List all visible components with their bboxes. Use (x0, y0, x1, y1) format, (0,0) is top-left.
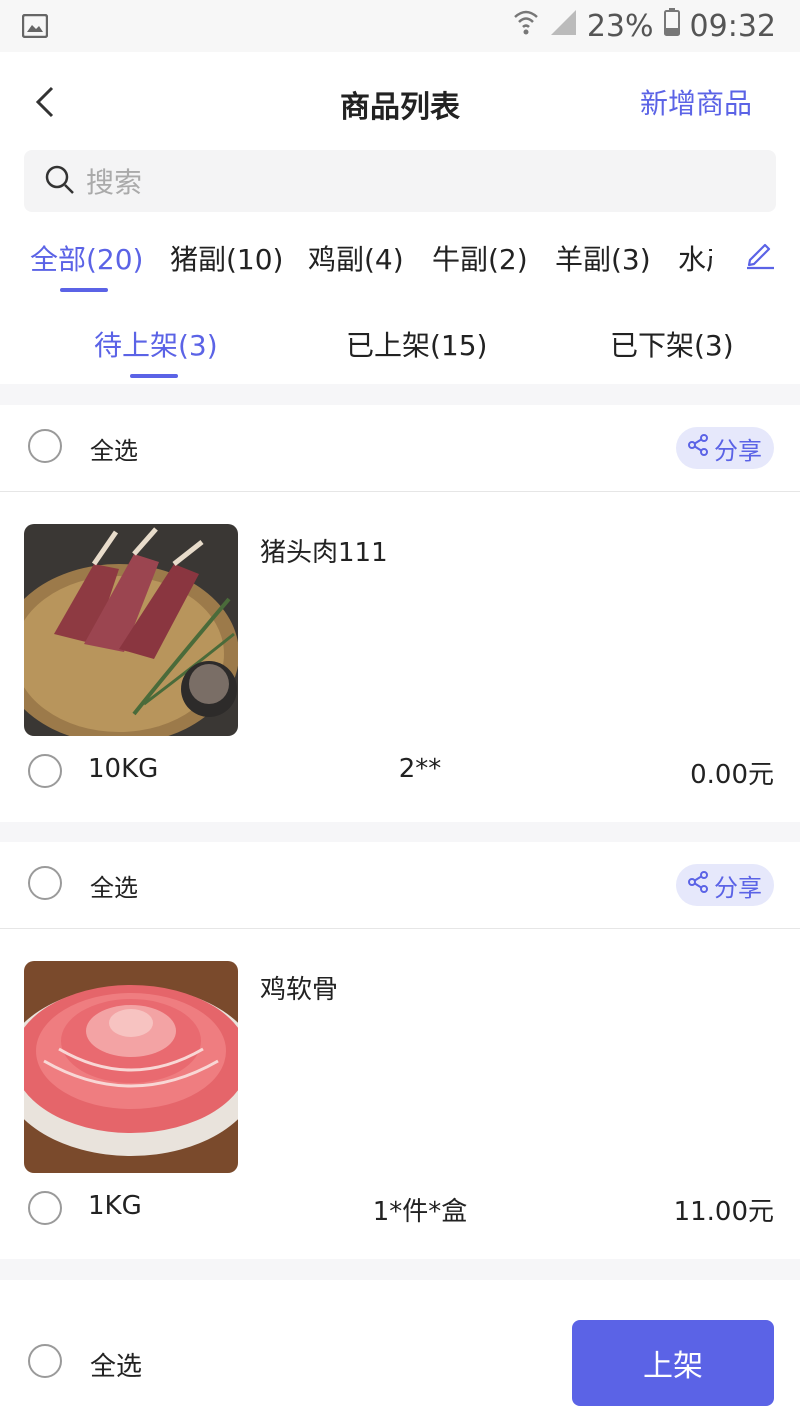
group-header: 全选 分享 (0, 405, 800, 492)
edit-categories-icon[interactable] (744, 238, 776, 274)
active-status-indicator (130, 374, 178, 378)
search-icon (44, 164, 76, 200)
tab-delisted[interactable]: 已下架(3) (610, 324, 734, 364)
select-all-radio[interactable] (28, 429, 62, 463)
list-on-shelf-button[interactable]: 上架 (572, 1320, 774, 1406)
product-price: 11.00元 (673, 1197, 774, 1227)
select-all-label: 全选 (90, 437, 138, 465)
product-spec: 2** (398, 754, 442, 784)
battery-icon (663, 8, 680, 44)
tab-listed[interactable]: 已上架(15) (346, 324, 487, 364)
tab-pending[interactable]: 待上架(3) (94, 324, 218, 364)
product-price: 0.00元 (690, 760, 774, 790)
search-section (0, 150, 800, 226)
active-category-indicator (60, 288, 108, 292)
status-bar: 23% 09:32 (0, 0, 800, 52)
share-button[interactable]: 分享 (676, 427, 774, 469)
battery-percent: 23% (586, 8, 654, 44)
tab-category-all[interactable]: 全部(20) (30, 238, 143, 278)
tab-category-lamb[interactable]: 羊副(3) (555, 238, 651, 278)
tab-category-pork[interactable]: 猪副(10) (170, 238, 283, 278)
category-tabs: 全部(20) 猪副(10) 鸡副(4) 牛副(2) 羊副(3) 水产 (0, 226, 800, 299)
tab-category-beef[interactable]: 牛副(2) (432, 238, 528, 278)
share-icon (686, 433, 710, 463)
share-label: 分享 (714, 436, 762, 465)
share-button[interactable]: 分享 (676, 864, 774, 906)
signal-icon (549, 8, 577, 44)
product-name: 鸡软骨 (260, 975, 339, 1005)
clock: 09:32 (689, 8, 776, 44)
product-image[interactable] (24, 961, 238, 1173)
share-icon (686, 870, 710, 900)
product-item[interactable]: 猪头肉111 10KG 2** 0.00元 (0, 492, 800, 822)
product-item[interactable]: 鸡软骨 1KG 1*件*盒 11.00元 (0, 929, 800, 1259)
search-box (24, 150, 776, 214)
share-label: 分享 (714, 873, 762, 902)
product-group: 全选 分享 鸡软骨 1KG 1*件*盒 11.00元 (0, 842, 800, 1259)
wifi-icon (513, 8, 539, 44)
select-all-label: 全选 (90, 874, 138, 902)
search-input[interactable] (84, 150, 728, 214)
group-header: 全选 分享 (0, 842, 800, 929)
tab-category-chicken[interactable]: 鸡副(4) (308, 238, 404, 278)
gallery-notification-icon (21, 13, 49, 42)
nav-bar: 商品列表 新增商品 (0, 52, 800, 150)
product-image[interactable] (24, 524, 238, 736)
select-all-label: 全选 (90, 1352, 143, 1382)
product-name: 猪头肉111 (260, 538, 388, 568)
add-product-button[interactable]: 新增商品 (640, 82, 752, 122)
bottom-action-bar: 全选 上架 (0, 1300, 800, 1422)
select-all-radio[interactable] (28, 866, 62, 900)
select-all-radio[interactable] (28, 1344, 62, 1378)
status-tabs: 待上架(3) 已上架(15) 已下架(3) (0, 298, 800, 384)
product-group: 全选 分享 猪头肉111 10KG 2** 0.00元 (0, 405, 800, 822)
